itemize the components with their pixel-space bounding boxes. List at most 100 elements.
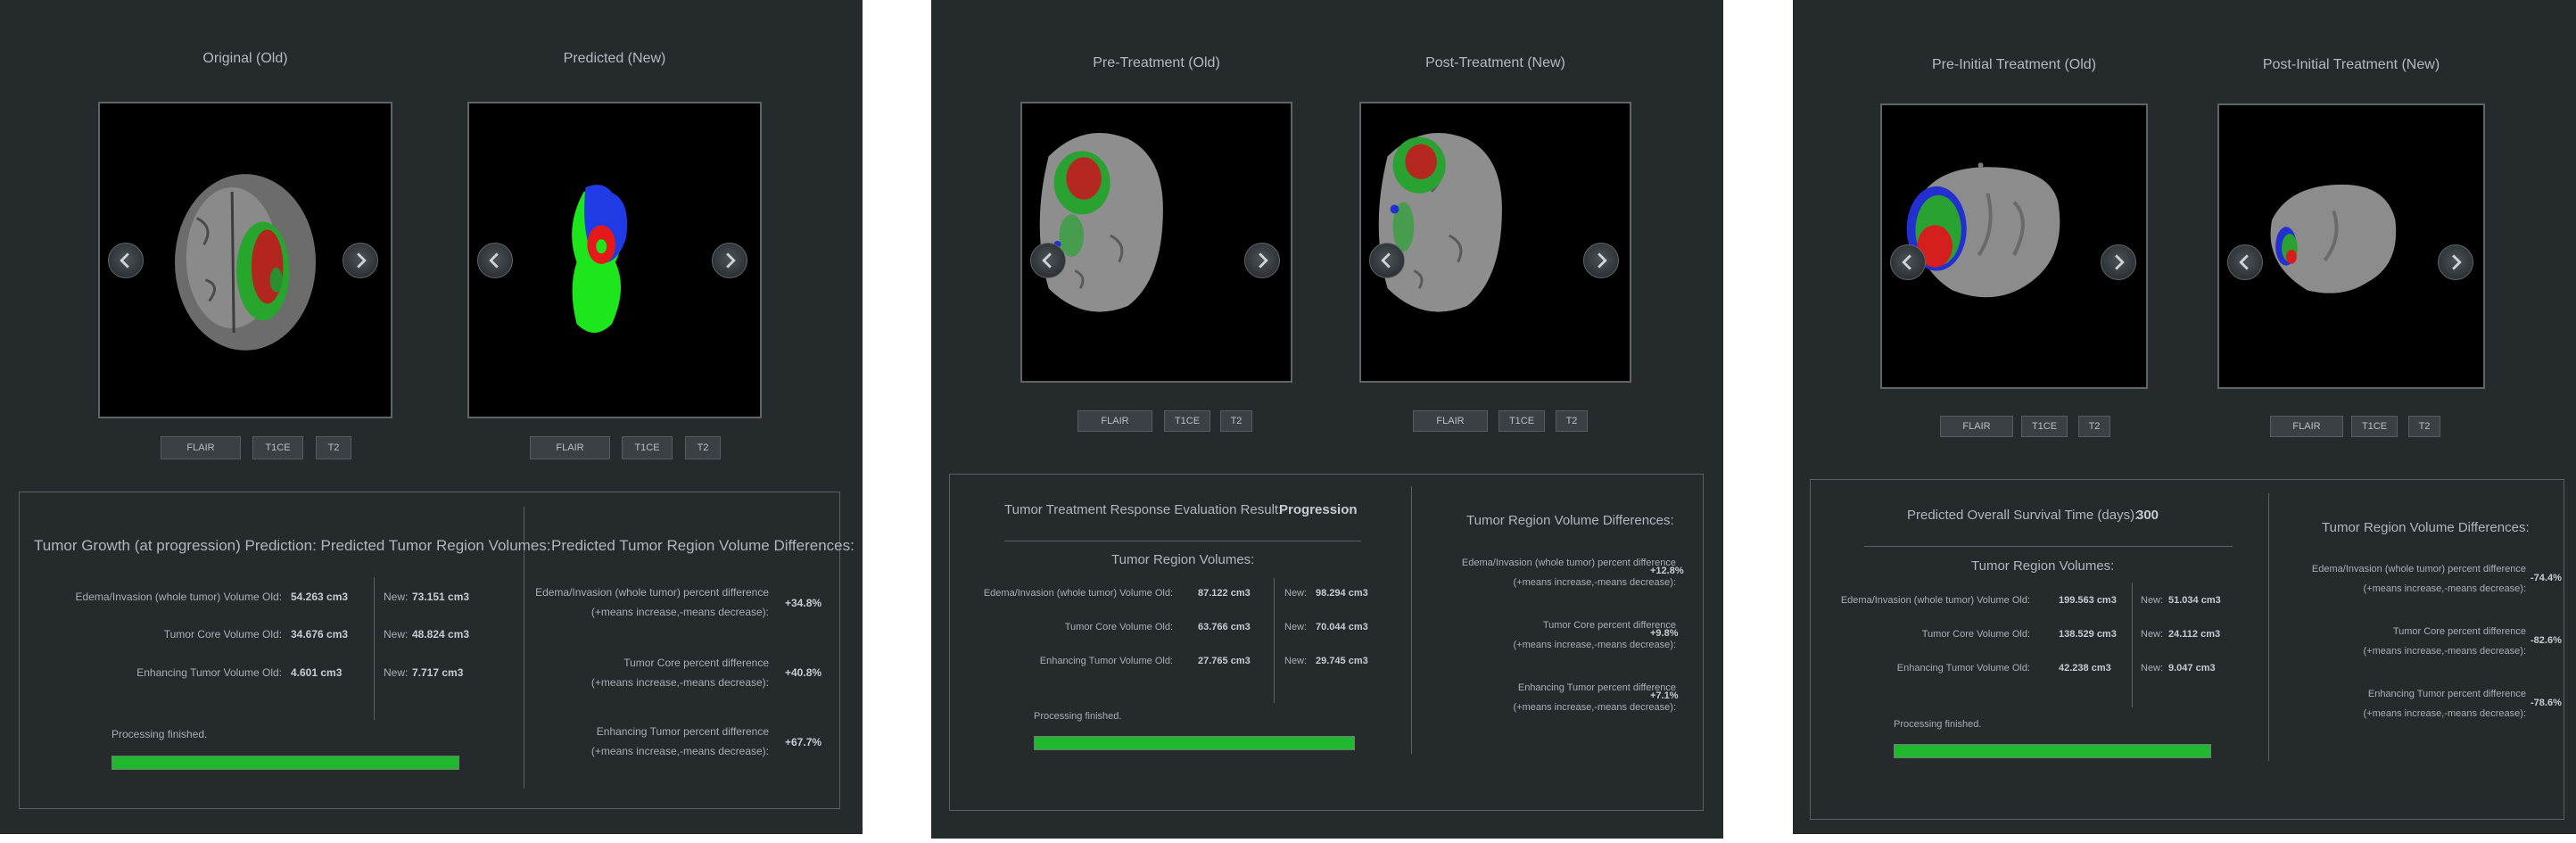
mri-viewer-old[interactable] (1880, 103, 2148, 389)
mri-viewer-old[interactable] (1020, 102, 1292, 383)
t2-button-new[interactable]: T2 (1556, 410, 1588, 432)
volume-old: 138.529 cm3 (2059, 629, 2117, 640)
volume-old: 42.238 cm3 (2059, 663, 2111, 674)
diff-value: +12.8% (1650, 566, 1684, 576)
new-label: New: (1284, 656, 1308, 666)
new-label: New: (2141, 663, 2164, 674)
t1ce-button-old[interactable]: T1CE (252, 436, 303, 459)
flair-button-old[interactable]: FLAIR (161, 436, 241, 459)
volume-new: 51.034 cm3 (2168, 595, 2221, 606)
t2-button-old[interactable]: T2 (1220, 410, 1252, 432)
volume-old: 4.601 cm3 (291, 666, 343, 679)
image-title-old: Pre-Treatment (Old) (1093, 55, 1220, 70)
t2-button-old[interactable]: T2 (316, 436, 351, 459)
flair-button-new[interactable]: FLAIR (1413, 410, 1488, 432)
diff-value: +40.8% (785, 666, 822, 679)
volume-new: 98.294 cm3 (1316, 588, 1368, 599)
t1ce-button-new[interactable]: T1CE (622, 436, 673, 459)
volume-old: 87.122 cm3 (1198, 588, 1251, 599)
t2-button-new[interactable]: T2 (2408, 416, 2440, 437)
t1ce-button-new[interactable]: T1CE (1499, 410, 1545, 432)
t1ce-button-old[interactable]: T1CE (2021, 416, 2068, 437)
chevron-right-icon (1259, 252, 1268, 269)
new-label: New: (1284, 588, 1308, 599)
flair-button-old[interactable]: FLAIR (1940, 416, 2013, 437)
diff-value: +7.1% (1650, 690, 1679, 701)
diff-description: Edema/Invasion (whole tumor) percent dif… (535, 586, 769, 618)
volume-new: 70.044 cm3 (1316, 622, 1368, 632)
status-text: Processing finished. (111, 728, 208, 740)
t2-button-new[interactable]: T2 (685, 436, 721, 459)
diff-value: -74.4% (2531, 573, 2562, 583)
old-new-divider (2132, 583, 2133, 707)
image-title-old: Original (Old) (202, 51, 288, 66)
old-new-divider (374, 577, 375, 720)
prev-image-button[interactable] (1030, 243, 1066, 278)
window-growth-prediction: Original (Old) Predicted (New) FLAIR T1C… (0, 0, 863, 834)
volume-new: 73.151 cm3 (412, 591, 470, 603)
chevron-right-icon (726, 252, 736, 269)
mri-viewer-new[interactable] (2217, 103, 2485, 389)
volume-old: 34.676 cm3 (291, 628, 349, 641)
diff-value: +34.8% (785, 597, 822, 609)
prev-image-button[interactable] (477, 243, 513, 278)
next-image-button[interactable] (2101, 244, 2136, 280)
mri-viewer-new[interactable] (467, 102, 762, 418)
diff-description: Edema/Invasion (whole tumor) percent dif… (2311, 564, 2526, 594)
progress-bar (111, 756, 459, 770)
diff-value: +67.7% (785, 736, 822, 748)
volume-old: 27.765 cm3 (1198, 656, 1251, 666)
result-label: Predicted Overall Survival Time (days): (1907, 508, 2139, 523)
image-title-new: Post-Initial Treatment (New) (2262, 57, 2440, 72)
next-image-button[interactable] (343, 243, 378, 278)
chevron-right-icon (2452, 254, 2462, 270)
volume-label: Edema/Invasion (whole tumor) Volume Old: (75, 591, 282, 603)
flair-button-new[interactable]: FLAIR (2270, 416, 2343, 437)
volume-new: 24.112 cm3 (2168, 629, 2221, 640)
t1ce-button-new[interactable]: T1CE (2351, 416, 2398, 437)
right-heading: Predicted Tumor Region Volume Difference… (551, 537, 855, 554)
diff-value: -82.6% (2531, 635, 2562, 646)
panel-divider (1411, 486, 1412, 754)
volume-new: 48.824 cm3 (412, 628, 470, 641)
prev-image-button[interactable] (2227, 244, 2263, 280)
result-underline (1864, 546, 2233, 547)
right-heading: Tumor Region Volume Differences: (1466, 513, 1674, 528)
left-heading: Tumor Region Volumes: (1111, 552, 1255, 567)
left-heading: Tumor Growth (at progression) Prediction… (34, 537, 551, 554)
t2-button-old[interactable]: T2 (2078, 416, 2110, 437)
new-label: New: (384, 666, 409, 679)
mri-viewer-new[interactable] (1359, 102, 1631, 383)
t1ce-button-old[interactable]: T1CE (1164, 410, 1210, 432)
new-label: New: (384, 628, 409, 641)
panel-divider (2268, 493, 2269, 761)
prev-image-button[interactable] (1890, 244, 1926, 280)
next-image-button[interactable] (1583, 243, 1619, 278)
next-image-button[interactable] (2438, 244, 2473, 280)
new-label: New: (1284, 622, 1308, 632)
volume-label: Enhancing Tumor Volume Old: (1039, 656, 1173, 666)
image-title-new: Post-Treatment (New) (1425, 55, 1565, 70)
volume-label: Tumor Core Volume Old: (1921, 629, 2030, 640)
volume-old: 199.563 cm3 (2059, 595, 2117, 606)
diff-description: Edema/Invasion (whole tumor) percent dif… (1461, 558, 1676, 588)
flair-button-old[interactable]: FLAIR (1077, 410, 1152, 432)
new-label: New: (2141, 595, 2164, 606)
image-title-new: Predicted (New) (563, 51, 666, 66)
next-image-button[interactable] (1244, 243, 1280, 278)
result-label: Tumor Treatment Response Evaluation Resu… (1004, 502, 1283, 517)
volume-label: Edema/Invasion (whole tumor) Volume Old: (1840, 595, 2030, 606)
chevron-left-icon (1381, 252, 1391, 269)
right-heading: Tumor Region Volume Differences: (2322, 520, 2530, 535)
brain-scan-image (1378, 132, 1502, 312)
prev-image-button[interactable] (108, 243, 144, 278)
volume-old: 63.766 cm3 (1198, 622, 1251, 632)
prev-image-button[interactable] (1369, 243, 1405, 278)
chevron-left-icon (1042, 252, 1052, 269)
diff-value: -78.6% (2531, 698, 2562, 708)
mri-viewer-old[interactable] (98, 102, 392, 418)
volume-new: 9.047 cm3 (2168, 663, 2216, 674)
chevron-left-icon (489, 252, 499, 269)
next-image-button[interactable] (712, 243, 747, 278)
flair-button-new[interactable]: FLAIR (530, 436, 610, 459)
